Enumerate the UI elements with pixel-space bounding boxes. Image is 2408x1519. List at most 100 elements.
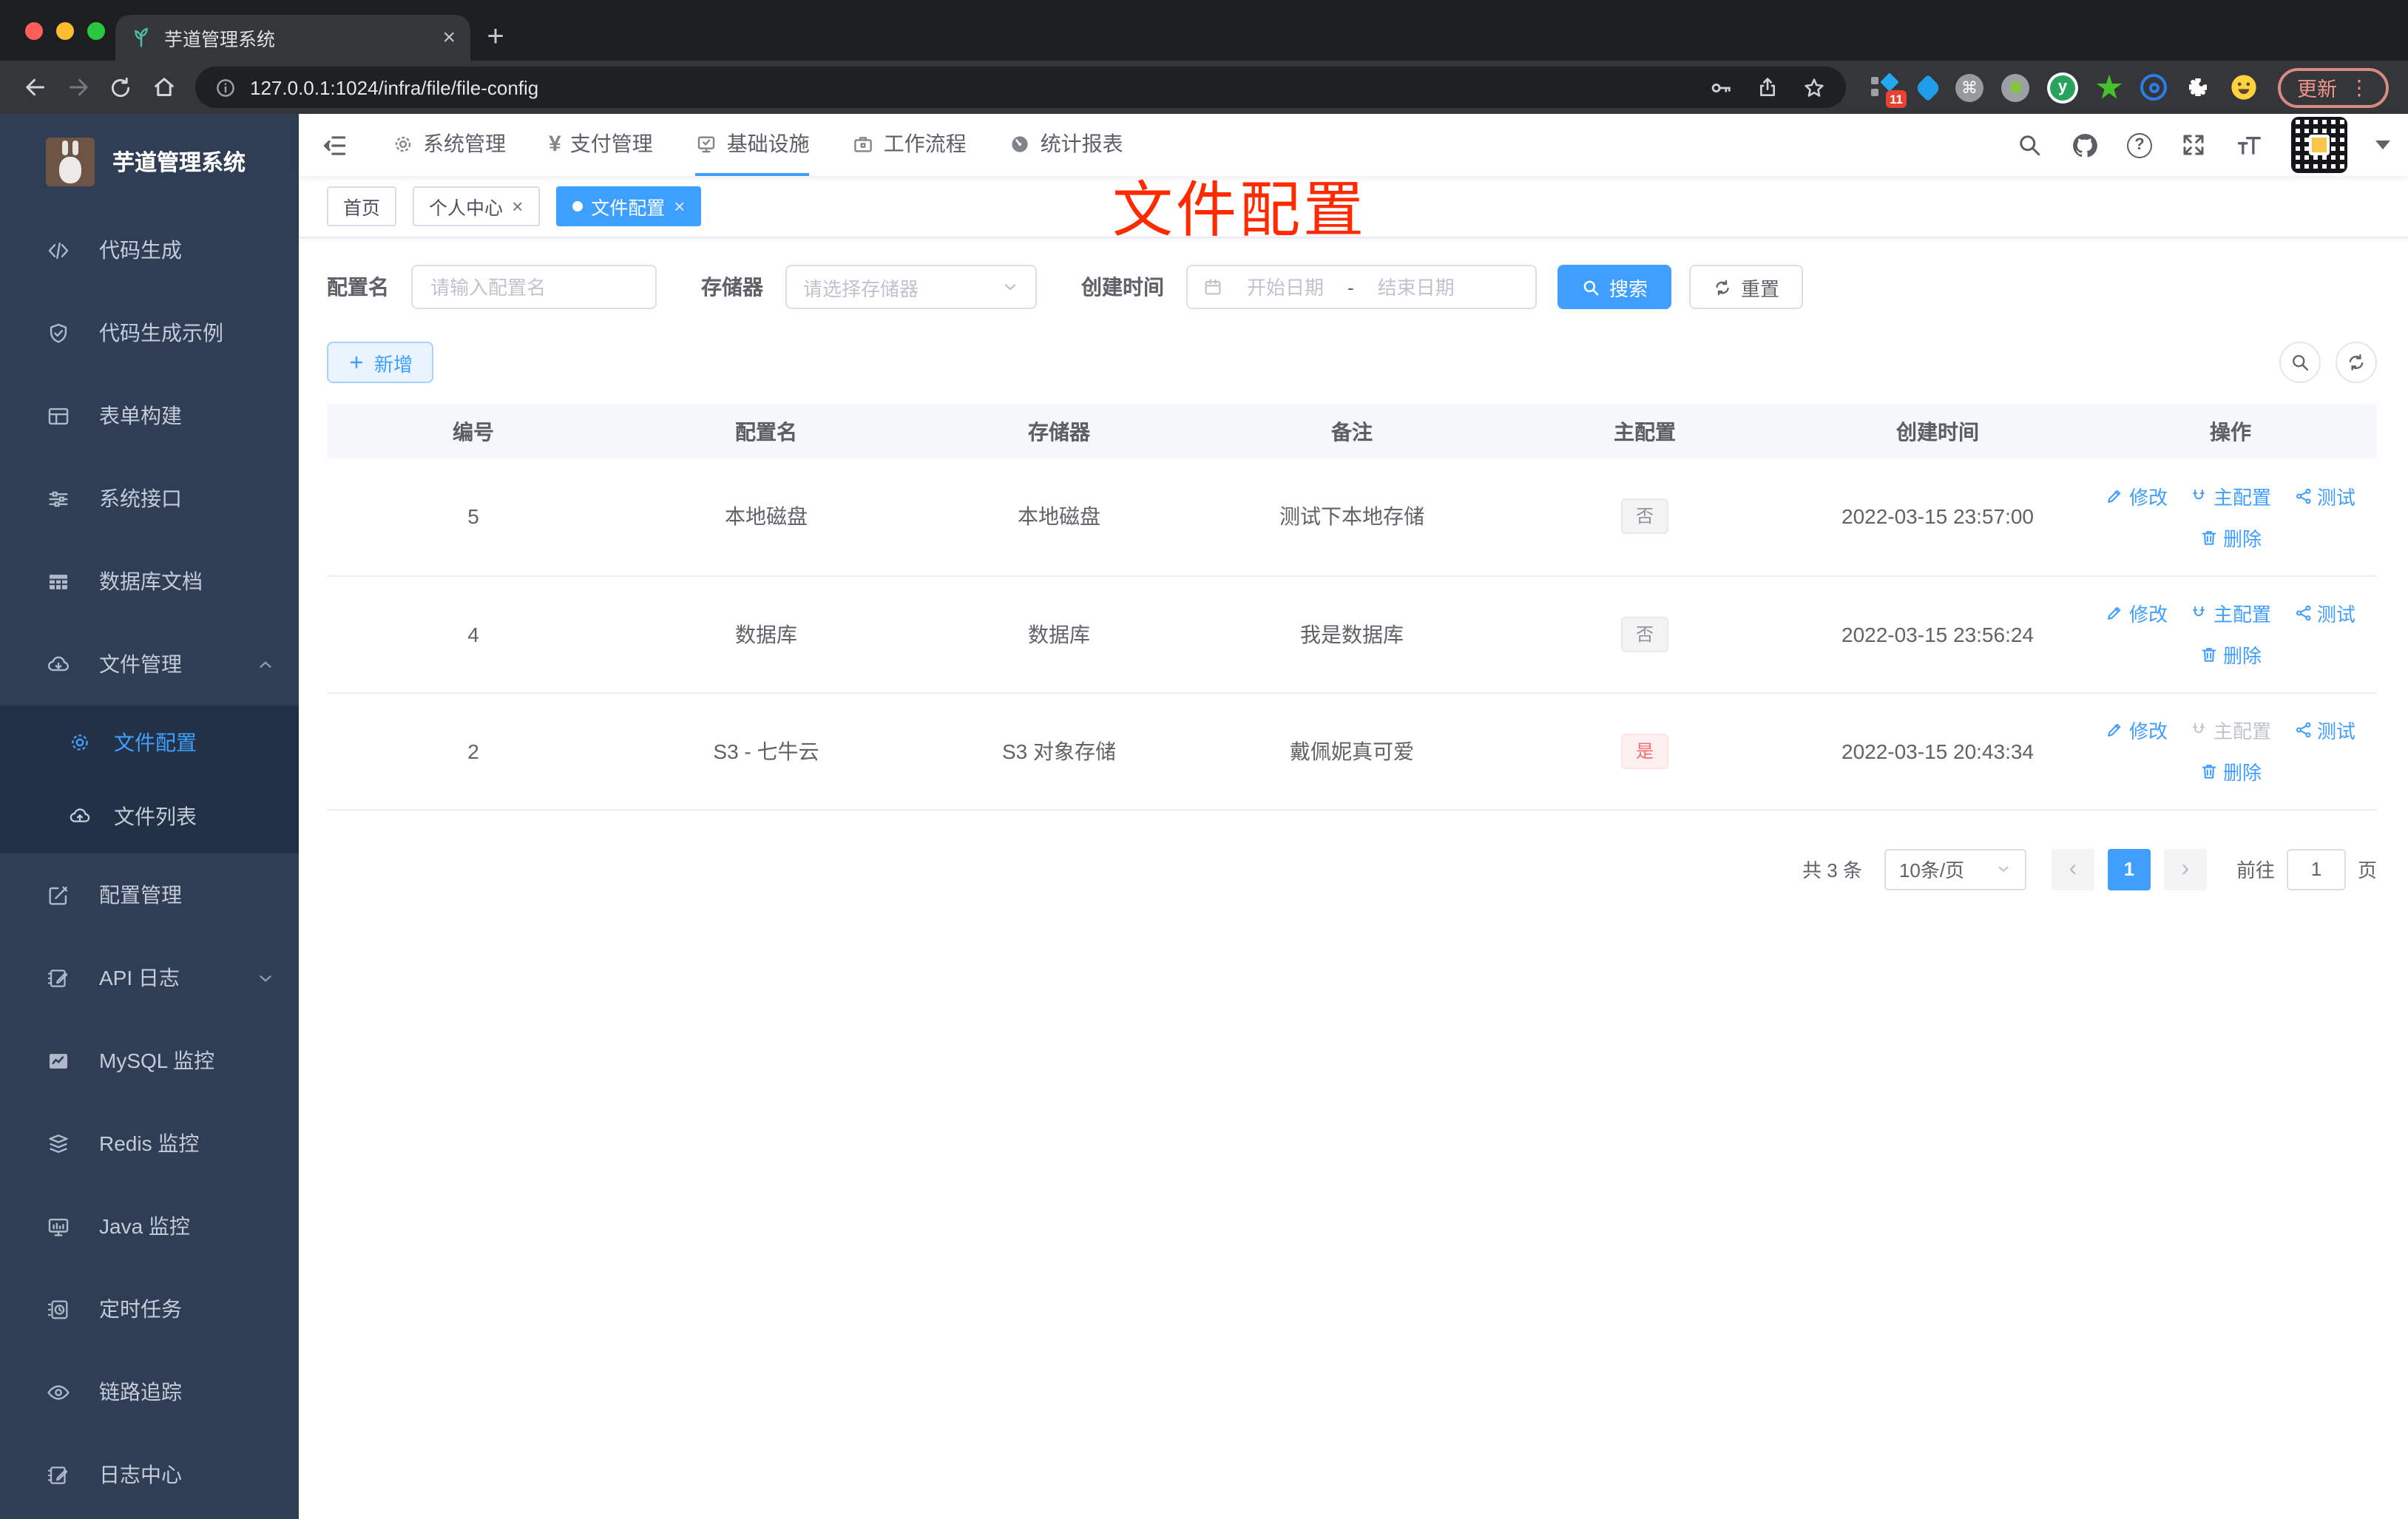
eye-extension-icon[interactable]	[2140, 74, 2167, 101]
edit-link[interactable]: 修改	[2106, 482, 2168, 510]
dot-extension-icon[interactable]	[2001, 73, 2029, 101]
sidebar-collapse-icon[interactable]	[321, 131, 349, 159]
fullscreen-icon[interactable]	[2180, 132, 2207, 158]
delete-link[interactable]: 删除	[2199, 640, 2262, 669]
delete-link[interactable]: 删除	[2199, 757, 2262, 785]
start-date-input[interactable]	[1232, 276, 1339, 298]
nav-tab-infrastructure[interactable]: 基础设施	[695, 114, 810, 176]
config-name-label: 配置名	[327, 275, 389, 299]
star-extension-icon[interactable]	[2096, 74, 2123, 99]
table-row: 2 S3 - 七牛云 S3 对象存储 戴佩妮真可爱 是 2022-03-15 2…	[327, 692, 2377, 810]
kite-extension-icon[interactable]	[1914, 73, 1942, 101]
prev-page-button[interactable]: ‹	[2051, 848, 2094, 890]
search-button[interactable]: 搜索	[1558, 265, 1672, 309]
avatar-qr[interactable]	[2291, 117, 2347, 173]
nav-tab-statistics[interactable]: 统计报表	[1009, 114, 1123, 176]
sidebar-item-db-doc[interactable]: 数据库文档	[0, 540, 299, 623]
trash-icon	[2202, 765, 2216, 779]
minimize-window-button[interactable]	[56, 22, 74, 40]
master-config-link[interactable]: 主配置	[2190, 482, 2271, 510]
tag-profile[interactable]: 个人中心 ×	[413, 186, 540, 226]
sidebar-item-log-center[interactable]: 日志中心	[0, 1433, 299, 1516]
search-icon[interactable]	[2016, 132, 2043, 158]
reset-button[interactable]: 重置	[1689, 265, 1804, 309]
emoji-extension-icon[interactable]	[2229, 72, 2259, 102]
command-extension-icon[interactable]: ⌘	[1955, 73, 1983, 101]
github-icon[interactable]	[2071, 131, 2099, 159]
y-extension-icon[interactable]: y	[2047, 72, 2078, 103]
nav-tab-payment[interactable]: ¥ 支付管理	[549, 114, 653, 176]
sidebar-item-code-gen[interactable]: 代码生成	[0, 209, 299, 291]
date-separator: -	[1347, 276, 1354, 298]
close-window-button[interactable]	[25, 22, 43, 40]
edit-link[interactable]: 修改	[2106, 599, 2168, 627]
sidebar-item-file-management[interactable]: 文件管理	[0, 623, 299, 706]
end-date-input[interactable]	[1362, 276, 1470, 298]
show-search-button[interactable]	[2279, 342, 2321, 383]
browser-update-menu[interactable]: 更新 ⋮	[2278, 67, 2389, 107]
refresh-table-button[interactable]	[2336, 342, 2377, 383]
sliders-icon	[49, 490, 68, 507]
sidebar-item-form-builder[interactable]: 表单构建	[0, 374, 299, 457]
sidebar-item-redis-monitor[interactable]: Redis 监控	[0, 1102, 299, 1185]
home-button[interactable]	[142, 66, 185, 109]
sidebar-item-file-list[interactable]: 文件列表	[0, 779, 299, 853]
tag-file-config[interactable]: 文件配置 ×	[555, 186, 702, 226]
info-icon[interactable]	[214, 76, 237, 98]
master-tag: 否	[1620, 498, 1668, 535]
date-range-picker[interactable]: -	[1186, 265, 1537, 309]
tab-close-icon[interactable]: ×	[442, 27, 456, 49]
avatar-dropdown-caret-icon[interactable]	[2375, 141, 2390, 149]
window-controls[interactable]	[25, 22, 105, 40]
nav-tab-workflow[interactable]: 工作流程	[853, 114, 967, 176]
puzzle-extensions-icon[interactable]	[2185, 74, 2211, 101]
new-tab-button[interactable]: +	[470, 15, 521, 61]
sidebar-item-api-log[interactable]: API 日志	[0, 936, 299, 1019]
help-icon[interactable]: ?	[2127, 132, 2152, 158]
sidebar-item-file-config[interactable]: 文件配置	[0, 706, 299, 779]
master-config-link[interactable]: 主配置	[2190, 599, 2271, 627]
monitor-check-icon	[696, 132, 718, 155]
tab-title: 芋道管理系统	[164, 30, 276, 50]
config-name-input[interactable]	[411, 265, 657, 309]
reload-button[interactable]	[99, 66, 142, 109]
bookmark-star-icon[interactable]	[1802, 75, 1827, 100]
app-logo[interactable]: 芋道管理系统	[0, 114, 299, 209]
goto-page-input[interactable]	[2286, 848, 2346, 890]
add-button[interactable]: 新增	[327, 342, 434, 383]
create-time-label: 创建时间	[1081, 275, 1164, 299]
sidebar-item-config-management[interactable]: 配置管理	[0, 853, 299, 936]
back-button[interactable]	[13, 66, 56, 109]
tag-close-icon[interactable]: ×	[674, 197, 685, 216]
page-size-select[interactable]: 10条/页	[1884, 848, 2026, 890]
test-link[interactable]: 测试	[2293, 599, 2355, 627]
edit-link[interactable]: 修改	[2106, 716, 2168, 744]
current-page[interactable]: 1	[2107, 848, 2151, 890]
extension-badge-icon[interactable]: 11	[1870, 72, 1907, 108]
url-text[interactable]: 127.0.0.1:1024/infra/file/file-config	[250, 76, 538, 98]
delete-link[interactable]: 删除	[2199, 524, 2262, 552]
storage-select[interactable]: 请选择存储器	[785, 265, 1037, 309]
url-bar[interactable]: 127.0.0.1:1024/infra/file/file-config	[195, 67, 1846, 108]
maximize-window-button[interactable]	[87, 22, 105, 40]
gear-icon	[392, 132, 414, 155]
sidebar-item-scheduled-tasks[interactable]: 定时任务	[0, 1268, 299, 1350]
sidebar-item-java-monitor[interactable]: Java 监控	[0, 1185, 299, 1268]
sidebar-item-code-gen-demo[interactable]: 代码生成示例	[0, 291, 299, 374]
font-size-icon[interactable]	[2235, 131, 2263, 159]
sidebar-item-mysql-monitor[interactable]: MySQL 监控	[0, 1019, 299, 1102]
sidebar-item-system-api[interactable]: 系统接口	[0, 457, 299, 540]
password-key-icon[interactable]	[1708, 75, 1734, 100]
tag-close-icon[interactable]: ×	[512, 197, 523, 216]
tag-home[interactable]: 首页	[327, 186, 397, 226]
share-icon[interactable]	[1756, 75, 1779, 99]
browser-tab[interactable]: 芋道管理系统 ×	[115, 15, 470, 61]
edit-square-icon	[49, 885, 68, 904]
test-link[interactable]: 测试	[2293, 482, 2355, 510]
forward-button[interactable]	[56, 66, 99, 109]
chevron-down-icon	[260, 975, 271, 981]
test-link[interactable]: 测试	[2293, 716, 2355, 744]
next-page-button[interactable]: ›	[2163, 848, 2207, 890]
sidebar-item-tracing[interactable]: 链路追踪	[0, 1350, 299, 1433]
nav-tab-system[interactable]: 系统管理	[392, 114, 506, 176]
